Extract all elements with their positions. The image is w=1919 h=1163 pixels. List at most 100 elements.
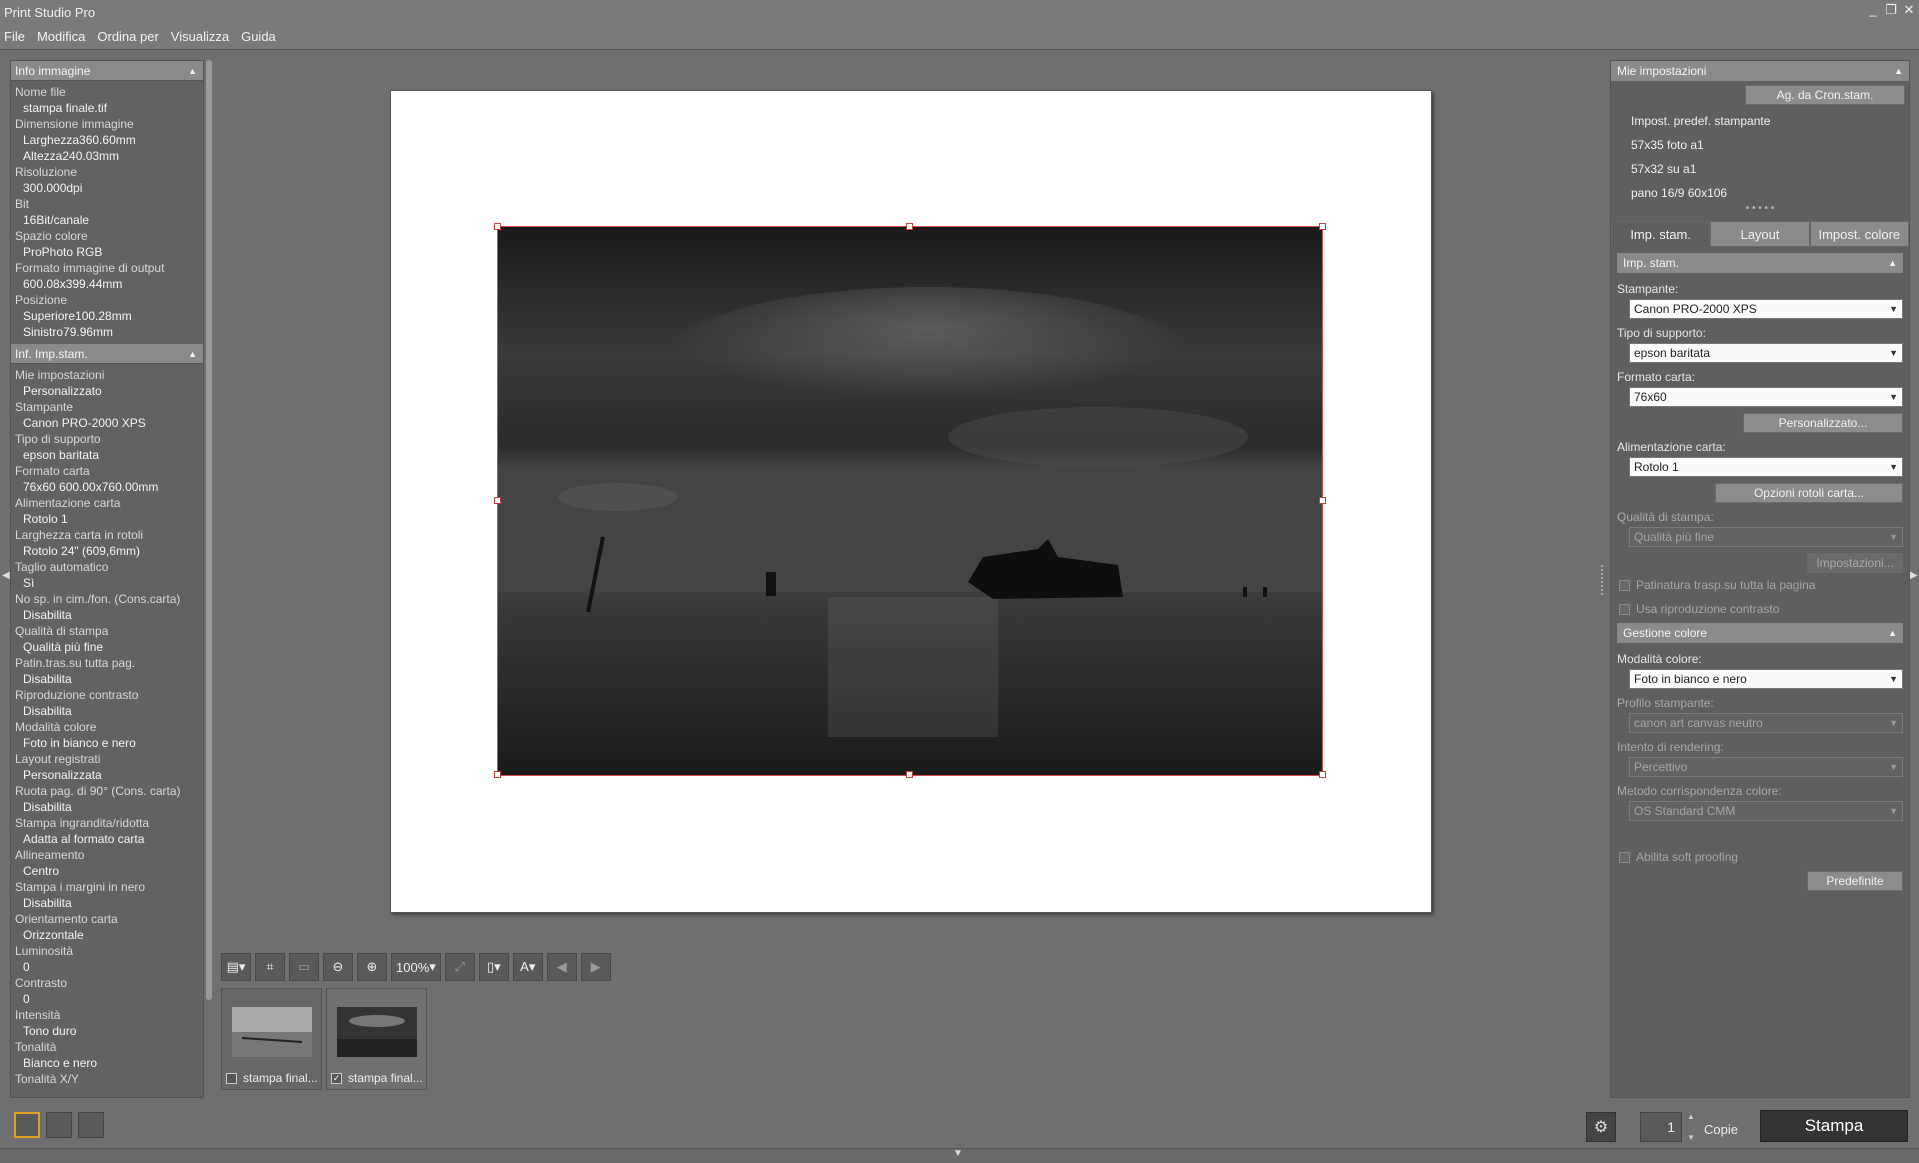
tab-layout[interactable]: Layout [1710, 221, 1810, 247]
info-value: stampa finale.tif [23, 101, 108, 115]
preset-item[interactable]: 57x32 su a1 [1611, 157, 1909, 181]
info-value: Qualità più fine [23, 640, 104, 654]
soft-proof-checkbox[interactable] [1619, 851, 1630, 863]
info-label: Orientamento carta [15, 912, 118, 926]
resize-handle-bl[interactable] [494, 771, 501, 778]
menu-edit[interactable]: Modifica [37, 29, 85, 44]
splitter-grip[interactable]: • • • • • [1611, 204, 1909, 214]
print-quality-value: Qualità più fine [1634, 530, 1715, 544]
info-value: Bianco e nero [23, 1056, 98, 1070]
paper-size-select[interactable]: 76x60 ▼ [1629, 387, 1903, 407]
layout-menu-icon[interactable]: ▤▾ [221, 953, 251, 981]
preset-item[interactable]: pano 16/9 60x106 [1611, 181, 1909, 205]
thumbnail-name: stampa final... [243, 1071, 318, 1085]
thumbnail-item[interactable]: ✓ stampa final... [326, 988, 427, 1090]
my-settings-header[interactable]: Mie impostazioni ▲ [1611, 61, 1909, 81]
collapse-triangle-icon[interactable]: ▲ [188, 66, 197, 76]
fit-icon[interactable]: ▭ [289, 953, 319, 981]
stepper-up-icon[interactable]: ▲ [1687, 1112, 1695, 1121]
add-from-history-button[interactable]: Ag. da Cron.stam. [1745, 85, 1905, 105]
prev-icon[interactable]: ◀ [546, 953, 577, 981]
info-value: Larghezza360.60mm [23, 133, 136, 147]
custom-size-button[interactable]: Personalizzato... [1743, 413, 1903, 433]
print-info-header[interactable]: Inf. Imp.stam. ▲ [11, 344, 203, 364]
fullscreen-icon[interactable]: ⤢ [444, 953, 475, 981]
thumbnail-checkbox[interactable] [226, 1072, 237, 1084]
gear-icon[interactable]: ⚙ [1586, 1112, 1616, 1142]
page-menu-icon[interactable]: ▯▾ [478, 953, 509, 981]
crop-icon[interactable]: ⌗ [255, 953, 285, 981]
contrast-checkbox[interactable] [1619, 603, 1630, 615]
info-label: Spazio colore [15, 229, 88, 243]
color-matching-select[interactable]: OS Standard CMM ▼ [1629, 801, 1903, 821]
menu-help[interactable]: Guida [241, 29, 276, 44]
view-right-icon[interactable] [78, 1112, 104, 1138]
collapse-triangle-icon[interactable]: ▲ [1894, 66, 1903, 76]
tab-color-settings[interactable]: Impost. colore [1809, 221, 1909, 247]
rendering-intent-select[interactable]: Percettivo ▼ [1629, 757, 1903, 777]
menu-sort[interactable]: Ordina per [97, 29, 158, 44]
printer-profile-select[interactable]: canon art canvas neutro ▼ [1629, 713, 1903, 733]
preset-item[interactable]: 57x35 foto a1 [1611, 133, 1909, 157]
info-label: Qualità di stampa [15, 624, 109, 638]
collapse-triangle-icon[interactable]: ▲ [188, 349, 197, 359]
zoom-out-icon[interactable]: ⊖ [323, 953, 353, 981]
panel-resize-grip[interactable] [1601, 565, 1605, 595]
menu-view[interactable]: Visualizza [171, 29, 229, 44]
resize-handle-l[interactable] [494, 497, 501, 504]
stepper-down-icon[interactable]: ▼ [1687, 1133, 1695, 1142]
contrast-checkbox-row[interactable]: Usa riproduzione contrasto [1611, 597, 1909, 621]
collapse-triangle-icon[interactable]: ▲ [1888, 258, 1897, 268]
zoom-in-icon[interactable]: ⊕ [357, 953, 387, 981]
roll-options-button[interactable]: Opzioni rotoli carta... [1715, 483, 1903, 503]
restore-icon[interactable]: ❐ [1885, 2, 1897, 18]
image-info-header[interactable]: Info immagine ▲ [11, 61, 203, 81]
resize-handle-t[interactable] [906, 223, 913, 230]
color-mode-select[interactable]: Foto in bianco e nero ▼ [1629, 669, 1903, 689]
print-button[interactable]: Stampa [1760, 1110, 1908, 1142]
print-quality-select[interactable]: Qualità più fine ▼ [1629, 527, 1903, 547]
view-left-icon[interactable] [46, 1112, 72, 1138]
preset-item[interactable]: Impost. predef. stampante [1611, 109, 1909, 133]
thumbnail-item[interactable]: stampa final... [221, 988, 322, 1090]
coating-checkbox-row[interactable]: Patinatura trasp.su tutta la pagina [1611, 573, 1909, 597]
tab-print-settings[interactable]: Imp. stam. [1611, 221, 1711, 247]
media-type-select[interactable]: epson baritata ▼ [1629, 343, 1903, 363]
info-label: Mie impostazioni [15, 368, 105, 382]
collapse-triangle-icon[interactable]: ▲ [1888, 628, 1897, 638]
collapse-left-icon[interactable]: ◀ [2, 570, 10, 581]
defaults-button[interactable]: Predefinite [1807, 871, 1903, 891]
resize-handle-br[interactable] [1319, 771, 1326, 778]
print-settings-section-header[interactable]: Imp. stam. ▲ [1617, 253, 1903, 273]
quality-settings-button[interactable]: Impostazioni... [1807, 553, 1903, 573]
color-management-header[interactable]: Gestione colore ▲ [1617, 623, 1903, 643]
close-icon[interactable]: ✕ [1903, 2, 1915, 18]
collapse-right-icon[interactable]: ▶ [1910, 570, 1918, 581]
left-scrollbar[interactable] [206, 60, 212, 1000]
image-preview[interactable] [497, 226, 1323, 776]
thumbnail-checkbox[interactable]: ✓ [331, 1072, 342, 1084]
color-mode-label: Modalità colore: [1617, 652, 1702, 666]
info-label: Dimensione immagine [15, 117, 134, 131]
color-matching-label: Metodo corrispondenza colore: [1617, 784, 1782, 798]
zoom-level-dropdown[interactable]: 100% ▾ [391, 953, 441, 981]
info-label: Layout registrati [15, 752, 101, 766]
next-icon[interactable]: ▶ [580, 953, 611, 981]
text-menu-icon[interactable]: A▾ [512, 953, 543, 981]
soft-proof-checkbox-row[interactable]: Abilita soft proofing [1611, 845, 1909, 869]
info-label: Tonalità [15, 1040, 57, 1054]
menu-file[interactable]: File [4, 29, 25, 44]
minimize-icon[interactable]: _ [1867, 2, 1879, 18]
view-bottom-icon[interactable] [14, 1112, 40, 1138]
copies-input[interactable]: 1 [1640, 1112, 1682, 1142]
resize-handle-b[interactable] [906, 771, 913, 778]
info-value: Personalizzato [23, 384, 102, 398]
paper-source-select[interactable]: Rotolo 1 ▼ [1629, 457, 1903, 477]
resize-handle-r[interactable] [1319, 497, 1326, 504]
copies-stepper[interactable]: ▲ ▼ [1684, 1112, 1698, 1142]
coating-checkbox[interactable] [1619, 579, 1630, 591]
resize-handle-tl[interactable] [494, 223, 501, 230]
resize-handle-tr[interactable] [1319, 223, 1326, 230]
printer-select[interactable]: Canon PRO-2000 XPS ▼ [1629, 299, 1903, 319]
expand-down-icon[interactable]: ▼ [953, 1148, 963, 1159]
